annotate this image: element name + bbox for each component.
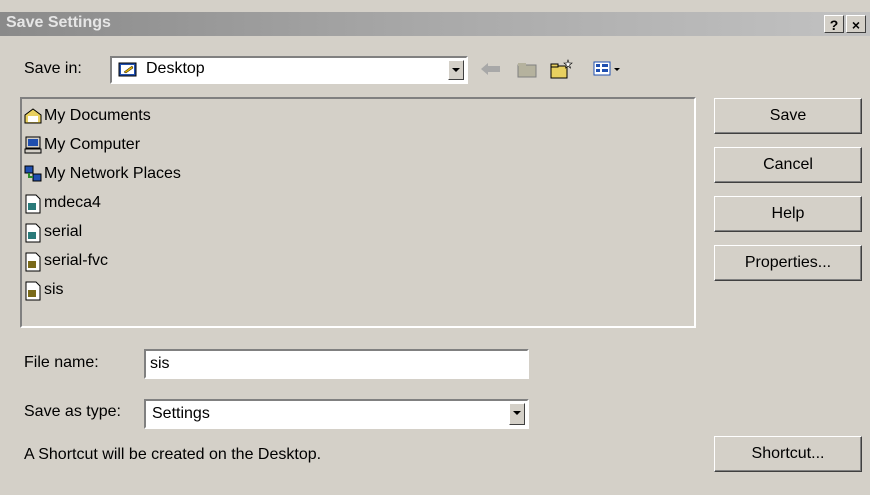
list-item[interactable]: serial xyxy=(24,219,82,245)
title-bar[interactable]: Save Settings ? × xyxy=(0,12,870,36)
my-computer-icon xyxy=(24,136,42,154)
save-as-type-dropdown[interactable]: Settings xyxy=(144,399,529,429)
list-item[interactable]: My Documents xyxy=(24,103,151,129)
save-settings-dialog: Save Settings ? × Save in: Desktop My Do… xyxy=(0,0,870,495)
save-as-type-label: Save as type: xyxy=(24,403,121,420)
list-item-label: serial xyxy=(44,223,83,240)
title-help-button[interactable]: ? xyxy=(824,15,844,33)
settings-file-icon xyxy=(24,223,42,243)
file-name-input[interactable]: sis xyxy=(144,349,529,379)
title-close-button[interactable]: × xyxy=(846,15,866,33)
desktop-icon xyxy=(118,60,138,78)
list-item-label: mdeca4 xyxy=(44,194,101,211)
list-item[interactable]: sis xyxy=(24,277,64,303)
network-places-icon xyxy=(24,165,42,183)
settings-file-icon xyxy=(24,252,42,272)
list-item-label: My Documents xyxy=(44,107,151,124)
cancel-button[interactable]: Cancel xyxy=(714,147,862,183)
view-menu-icon[interactable] xyxy=(588,58,628,80)
save-as-type-value: Settings xyxy=(152,405,210,422)
list-item-label: My Network Places xyxy=(44,165,181,182)
list-item[interactable]: My Network Places xyxy=(24,161,181,187)
shortcut-button[interactable]: Shortcut... xyxy=(714,436,862,472)
save-in-dropdown[interactable]: Desktop xyxy=(110,56,468,84)
dialog-title: Save Settings xyxy=(6,14,111,31)
chevron-down-icon[interactable] xyxy=(509,403,525,425)
list-item[interactable]: mdeca4 xyxy=(24,190,101,216)
new-folder-icon[interactable] xyxy=(548,58,574,80)
list-item[interactable]: serial-fvc xyxy=(24,248,108,274)
properties-button[interactable]: Properties... xyxy=(714,245,862,281)
up-folder-icon[interactable] xyxy=(514,58,540,80)
back-arrow-icon[interactable] xyxy=(478,58,504,80)
settings-file-icon xyxy=(24,194,42,214)
list-item[interactable]: My Computer xyxy=(24,132,140,158)
save-in-label: Save in: xyxy=(24,60,82,77)
list-item-label: My Computer xyxy=(44,136,141,153)
list-item-label: serial-fvc xyxy=(44,252,109,269)
save-button[interactable]: Save xyxy=(714,98,862,134)
file-name-label: File name: xyxy=(24,354,99,371)
shortcut-info-text: A Shortcut will be created on the Deskto… xyxy=(24,446,322,463)
my-documents-icon xyxy=(24,107,42,125)
save-in-value: Desktop xyxy=(146,60,205,77)
chevron-down-icon[interactable] xyxy=(448,60,464,80)
help-button[interactable]: Help xyxy=(714,196,862,232)
file-list[interactable]: My Documents My Computer My Network Plac… xyxy=(20,97,696,328)
list-item-label: sis xyxy=(44,281,64,298)
settings-file-icon xyxy=(24,281,42,301)
